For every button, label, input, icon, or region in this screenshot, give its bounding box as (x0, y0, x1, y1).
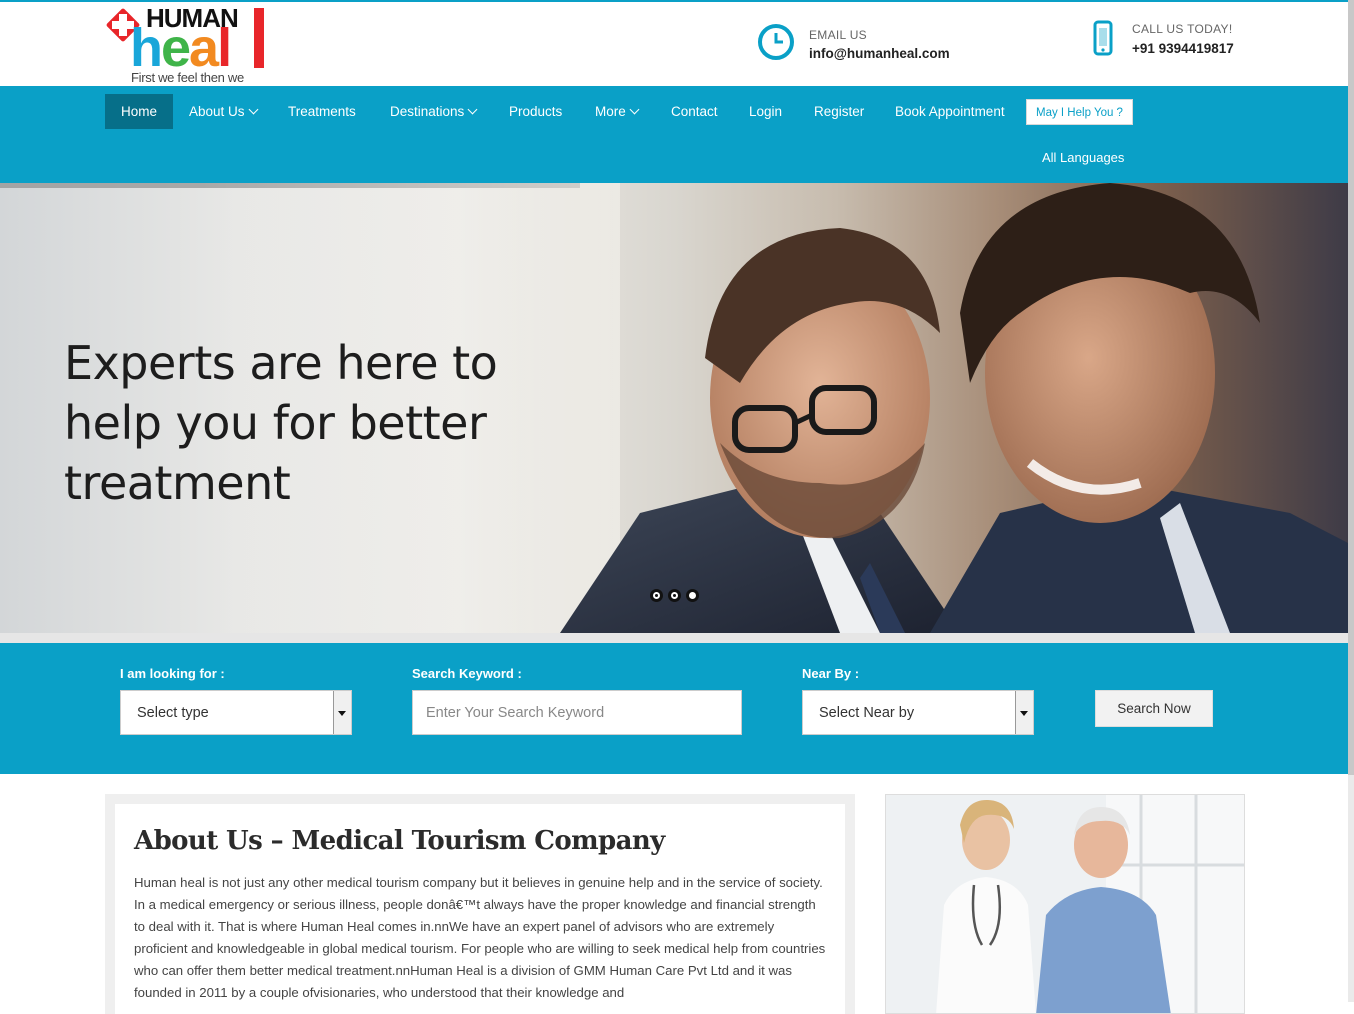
near-by-select[interactable]: Select Near by (802, 690, 1034, 735)
keyword-input[interactable]: Enter Your Search Keyword (412, 690, 742, 735)
chevron-down-icon (629, 104, 640, 115)
doctor-patient-illustration (886, 795, 1244, 1013)
type-label: I am looking for : (120, 666, 225, 681)
nav-item-products[interactable]: Products (509, 94, 562, 129)
hero-slider: Experts are here to help you for better … (0, 183, 1348, 633)
phone-number-link[interactable]: +91 9394419817 (1132, 41, 1234, 56)
phone-label: CALL US TODAY! (1132, 22, 1233, 36)
slider-dot-3-active[interactable] (686, 589, 699, 602)
logo-red-bar (254, 8, 264, 68)
keyword-label: Search Keyword : (412, 666, 522, 681)
nav-item-register[interactable]: Register (814, 94, 864, 129)
nav-item-more[interactable]: More (595, 94, 640, 129)
logo-word-heal: heal (130, 18, 232, 78)
phone-contact: CALL US TODAY! +91 9394419817 (1092, 20, 1292, 64)
slider-dot-2[interactable] (668, 589, 681, 602)
nav-item-contact[interactable]: Contact (671, 94, 718, 129)
main-navigation: Home About Us Treatments Destinations Pr… (0, 86, 1348, 183)
email-address-link[interactable]: info@humanheal.com (809, 46, 950, 61)
nav-item-destinations[interactable]: Destinations (390, 94, 478, 129)
site-header: HUMAN heal First we feel then we heal. E… (0, 0, 1348, 100)
section-divider (0, 633, 1348, 643)
page-scrollbar[interactable] (1348, 0, 1354, 1002)
dropdown-arrow-icon (333, 691, 351, 734)
nav-item-book-appointment[interactable]: Book Appointment (895, 94, 1005, 129)
nav-item-treatments[interactable]: Treatments (288, 94, 356, 129)
dropdown-arrow-icon (1015, 691, 1033, 734)
nav-item-login[interactable]: Login (749, 94, 782, 129)
near-by-label: Near By : (802, 666, 860, 681)
doctor-patient-photo (885, 794, 1245, 1014)
email-label: EMAIL US (809, 28, 867, 42)
chevron-down-icon (248, 104, 258, 115)
chevron-down-icon (467, 104, 478, 115)
search-panel: I am looking for : Select type Search Ke… (0, 643, 1348, 774)
scrollbar-thumb[interactable] (1348, 0, 1354, 775)
hero-headline: Experts are here to help you for better … (64, 336, 498, 510)
type-select[interactable]: Select type (120, 690, 352, 735)
nav-item-home[interactable]: Home (105, 94, 174, 129)
about-body: Human heal is not just any other medical… (134, 875, 826, 1000)
email-contact: EMAIL US info@humanheal.com (756, 22, 956, 66)
language-selector[interactable]: All Languages (1042, 150, 1124, 165)
search-now-button[interactable]: Search Now (1095, 690, 1213, 727)
nav-item-about-us[interactable]: About Us (189, 94, 258, 129)
site-logo[interactable]: HUMAN heal First we feel then we heal. (106, 4, 266, 100)
slider-dot-1[interactable] (650, 589, 663, 602)
clock-icon (758, 24, 794, 60)
mobile-phone-icon (1093, 20, 1113, 56)
help-button[interactable]: May I Help You ? (1026, 99, 1133, 125)
about-title: About Us – Medical Tourism Company (134, 826, 665, 856)
